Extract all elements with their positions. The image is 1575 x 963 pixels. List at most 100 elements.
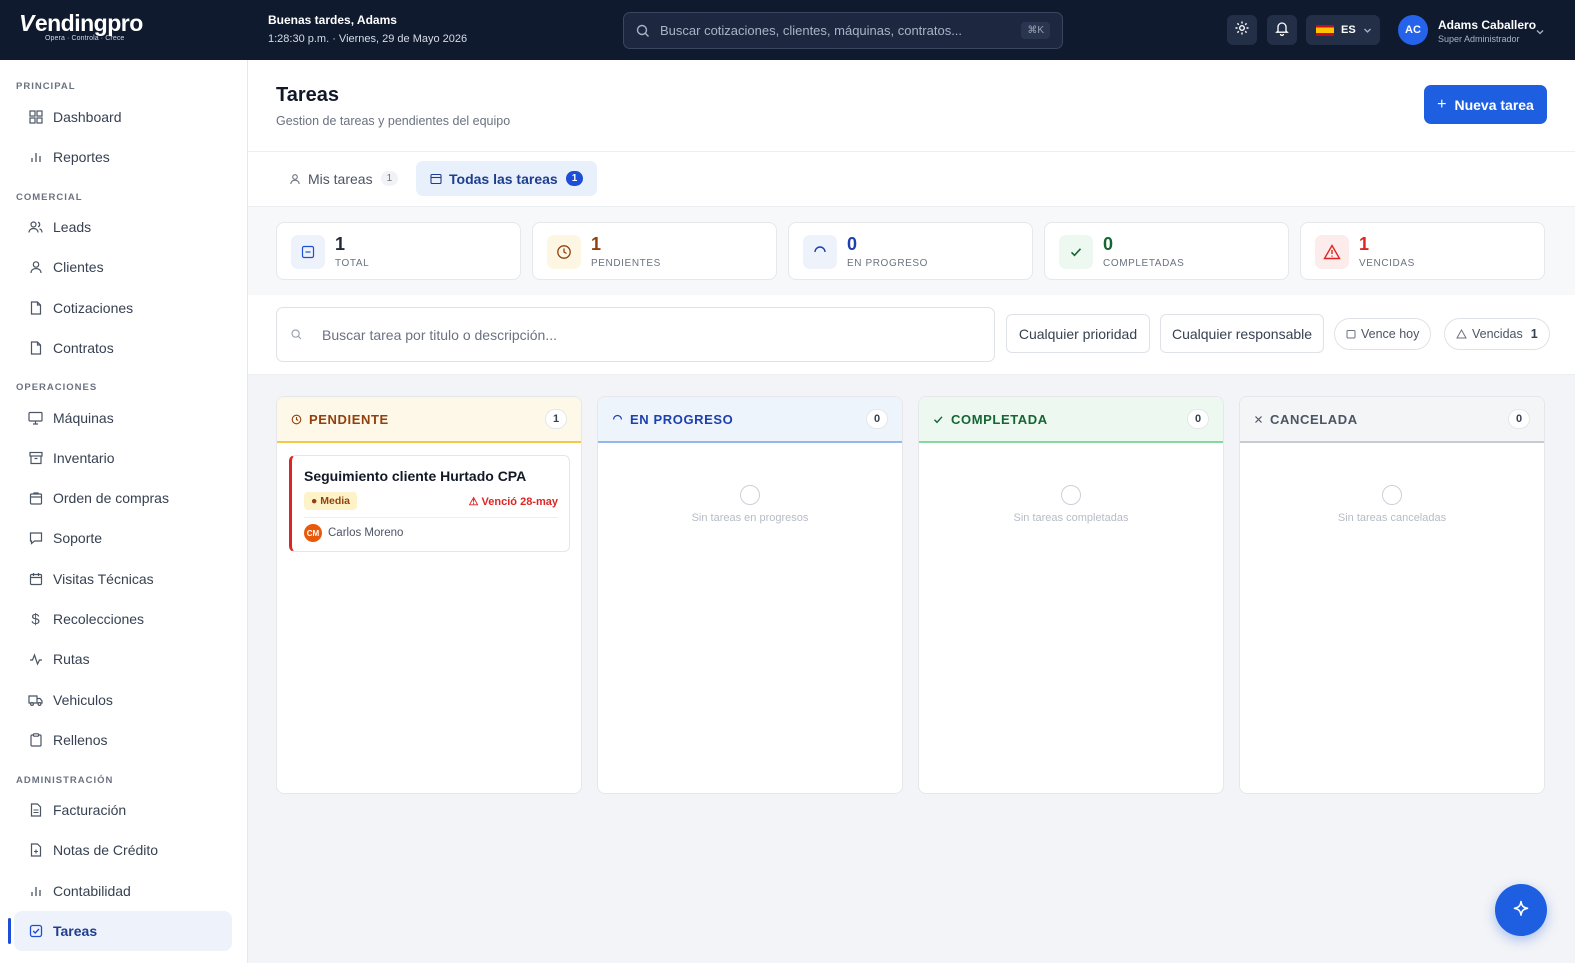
overdue-count: 1 (1530, 327, 1538, 341)
due-today-chip[interactable]: Vence hoy (1334, 318, 1432, 350)
page-subtitle: Gestion de tareas y pendientes del equip… (276, 114, 511, 128)
sidebar-item-rellenos[interactable]: Rellenos (14, 720, 232, 760)
empty-circle-icon (740, 485, 760, 505)
column-count: 0 (866, 409, 888, 429)
sidebar-item-inventario[interactable]: Inventario (14, 438, 232, 478)
task-search-input[interactable] (322, 326, 922, 343)
new-task-button[interactable]: + Nueva tarea (1424, 85, 1547, 124)
logo-text: endingpro (34, 10, 143, 36)
top-bar: Vendingpro Opera · Controla · Crece Buen… (0, 0, 1575, 60)
sidebar: PRINCIPAL Dashboard Reportes COMERCIAL L… (0, 60, 248, 963)
sidebar-item-soporte[interactable]: Soporte (14, 518, 232, 558)
sidebar-item-vehiculos[interactable]: Vehiculos (14, 680, 232, 720)
sidebar-item-label: Notas de Crédito (53, 842, 159, 858)
activity-icon (28, 652, 43, 667)
divider (304, 517, 558, 518)
sidebar-item-label: Visitas Técnicas (53, 571, 154, 587)
sidebar-item-visitas-tecnicas[interactable]: Visitas Técnicas (14, 559, 232, 599)
sidebar-item-contabilidad[interactable]: Contabilidad (14, 871, 232, 911)
global-search[interactable]: ⌘K (623, 12, 1063, 49)
sidebar-item-reportes[interactable]: Reportes (14, 137, 232, 177)
stat-card-vencidas: 1 VENCIDAS (1300, 222, 1545, 280)
logo-tagline: Opera · Controla · Crece (45, 35, 125, 42)
check-icon (933, 414, 944, 425)
column-title: CANCELADA (1270, 411, 1358, 427)
sidebar-item-orden-de-compras[interactable]: Orden de compras (14, 478, 232, 518)
assignee-filter[interactable]: Cualquier responsable (1160, 314, 1324, 353)
kanban-board: PENDIENTE 1 Seguimiento cliente Hurtado … (248, 375, 1575, 815)
tab-label: Mis tareas (308, 170, 373, 187)
sidebar-item-tareas[interactable]: Tareas (14, 911, 232, 951)
sidebar-item-label: Orden de compras (53, 490, 169, 506)
column-title: COMPLETADA (951, 411, 1048, 427)
tab-mis-tareas[interactable]: Mis tareas 1 (275, 161, 412, 196)
sidebar-item-label: Cotizaciones (53, 300, 134, 316)
task-card[interactable]: Seguimiento cliente Hurtado CPA ● Media … (289, 455, 570, 552)
global-search-input[interactable] (660, 23, 1022, 38)
sidebar-item-label: Contabilidad (53, 883, 131, 899)
user-menu-chevron-icon[interactable] (1535, 24, 1545, 42)
tab-todas-las-tareas[interactable]: Todas las tareas 1 (416, 161, 598, 196)
empty-circle-icon (1382, 485, 1402, 505)
stat-value: 1 (1359, 234, 1370, 254)
message-icon (28, 531, 43, 546)
stat-card-total: 1 TOTAL (276, 222, 521, 280)
sidebar-item-notas-de-credito[interactable]: Notas de Crédito (14, 830, 232, 870)
sidebar-item-label: Vehiculos (53, 692, 113, 708)
sidebar-item-label: Clientes (53, 259, 104, 275)
receipt-icon (28, 803, 43, 818)
sidebar-section-administracion: ADMINISTRACIÓN (16, 775, 114, 786)
greeting-title: Buenas tardes, Adams (268, 13, 397, 27)
close-icon (1254, 415, 1263, 424)
stat-value: 1 (335, 234, 346, 254)
alert-triangle-icon (1456, 329, 1467, 339)
column-count: 0 (1187, 409, 1209, 429)
clock-icon (291, 414, 302, 425)
sidebar-item-clientes[interactable]: Clientes (14, 247, 232, 287)
empty-text: Sin tareas completadas (1013, 512, 1129, 524)
sidebar-item-label: Rutas (53, 651, 90, 667)
sidebar-item-label: Soporte (53, 530, 103, 546)
column-title: PENDIENTE (309, 411, 389, 427)
overdue-chip[interactable]: Vencidas 1 (1444, 318, 1550, 350)
sparkle-icon (1510, 899, 1532, 921)
file-icon (28, 301, 43, 316)
sidebar-item-recolecciones[interactable]: $ Recolecciones (14, 599, 232, 639)
sidebar-item-cotizaciones[interactable]: Cotizaciones (14, 288, 232, 328)
priority-filter[interactable]: Cualquier prioridad (1006, 314, 1150, 353)
due-today-label: Vence hoy (1361, 327, 1420, 341)
assignee-name: Carlos Moreno (328, 527, 404, 539)
grid-icon (28, 110, 43, 125)
sidebar-item-label: Leads (53, 219, 92, 235)
tab-count: 1 (380, 171, 399, 186)
stat-label: VENCIDAS (1359, 258, 1415, 269)
stat-card-pendientes: 1 PENDIENTES (532, 222, 777, 280)
notifications-button[interactable] (1267, 15, 1297, 45)
sidebar-item-facturacion[interactable]: Facturación (14, 790, 232, 830)
task-search[interactable] (276, 307, 995, 362)
language-selector[interactable]: ES (1306, 15, 1380, 45)
sidebar-item-contratos[interactable]: Contratos (14, 328, 232, 368)
monitor-icon (28, 411, 43, 426)
sidebar-item-maquinas[interactable]: Máquinas (14, 398, 232, 438)
brand-logo[interactable]: Vendingpro Opera · Controla · Crece (19, 10, 143, 43)
sidebar-item-dashboard[interactable]: Dashboard (14, 97, 232, 137)
empty-text: Sin tareas en progresos (691, 512, 809, 524)
ai-assistant-button[interactable] (1495, 884, 1547, 936)
bar-chart-icon (28, 884, 43, 899)
user-avatar[interactable]: AC (1398, 15, 1428, 45)
column-completada: COMPLETADA 0 Sin tareas completadas (918, 396, 1224, 794)
square-icon (291, 235, 325, 269)
tabs-bar: Mis tareas 1 Todas las tareas 1 (248, 152, 1575, 207)
user-info[interactable]: Adams Caballero Super Administrador (1438, 18, 1536, 44)
settings-button[interactable] (1227, 15, 1257, 45)
sidebar-item-rutas[interactable]: Rutas (14, 639, 232, 679)
shopping-bag-icon (28, 491, 43, 506)
sidebar-item-leads[interactable]: Leads (14, 207, 232, 247)
column-header: CANCELADA 0 (1240, 397, 1544, 443)
column-count: 0 (1508, 409, 1530, 429)
sidebar-item-label: Contratos (53, 340, 114, 356)
sidebar-section-principal: PRINCIPAL (16, 81, 76, 92)
due-date: ⚠ Venció 28-may (468, 496, 558, 508)
logo-mark: V (19, 10, 34, 36)
